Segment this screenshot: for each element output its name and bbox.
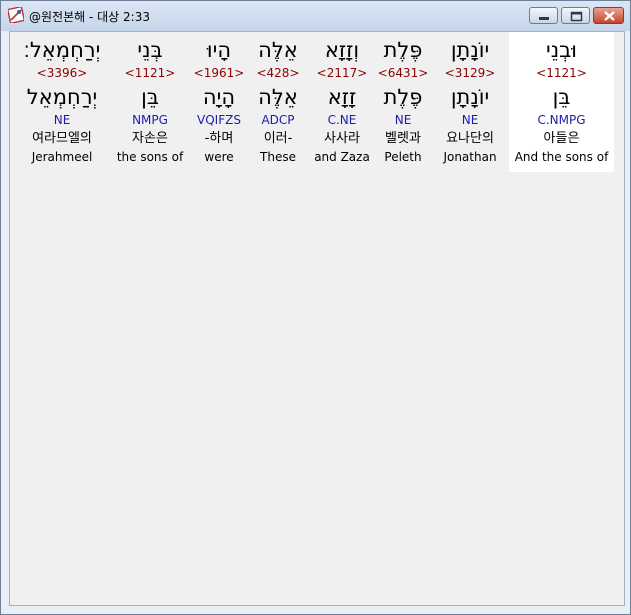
strong-number[interactable]: <428> xyxy=(250,66,306,80)
hebrew-lemma: אֵלֶּה xyxy=(258,85,298,109)
close-button[interactable] xyxy=(593,7,624,24)
parsing-code: NMPG xyxy=(132,113,168,127)
close-icon xyxy=(604,11,615,21)
korean-gloss: 이러- xyxy=(263,131,293,146)
korean-gloss: 아들은 xyxy=(543,131,580,146)
english-gloss: the sons of xyxy=(116,150,184,164)
word-column-4[interactable]: וְזָזָא <2117> זָזָא C.NE 사사라 and Zaza xyxy=(310,32,374,172)
word-column-1[interactable]: וּבְנֵי <1121> בֵּן C.NMPG 아들은 And the s… xyxy=(509,32,614,172)
hebrew-word: בְּנֵי xyxy=(137,38,163,62)
hebrew-lemma: יוֹנָתָן xyxy=(450,85,490,109)
korean-gloss: 자손은 xyxy=(132,131,168,146)
hebrew-lemma: הָיָה xyxy=(202,85,236,109)
hebrew-lemma: פֶּלֶת xyxy=(383,85,423,109)
word-column-7[interactable]: בְּנֵי <1121> בֵּן NMPG 자손은 the sons of xyxy=(112,32,188,172)
hebrew-word: וּבְנֵי xyxy=(546,38,577,62)
hebrew-word: יוֹנָתָן xyxy=(450,38,490,62)
maximize-icon xyxy=(570,11,583,22)
word-column-6[interactable]: הָיוּ <1961> הָיָה VQIFZS -하며 were xyxy=(188,32,250,172)
word-column-2[interactable]: יוֹנָתָן <3129> יוֹנָתָן NE 요나단의 Jonatha… xyxy=(437,32,503,172)
hebrew-lemma: זָזָא xyxy=(327,85,357,109)
word-column-3[interactable]: פֶּלֶת <6431> פֶּלֶת NE 벨렛과 Peleth xyxy=(371,32,435,172)
hebrew-lemma: יְרַחְמְאֵל xyxy=(26,85,98,109)
maximize-button[interactable] xyxy=(561,7,590,24)
korean-gloss: -하며 xyxy=(204,131,234,146)
korean-gloss: 여라므엘의 xyxy=(32,131,92,146)
strong-number[interactable]: <2117> xyxy=(310,66,374,80)
korean-gloss: 벨렛과 xyxy=(385,131,421,146)
parsing-code: VQIFZS xyxy=(197,113,241,127)
hebrew-word: יְרַחְמְאֵל׃ xyxy=(23,38,101,62)
strong-number[interactable]: <1121> xyxy=(112,66,188,80)
korean-gloss: 요나단의 xyxy=(446,131,494,146)
minimize-icon xyxy=(539,17,549,20)
minimize-button[interactable] xyxy=(529,7,558,24)
hebrew-word: אֵלֶּה xyxy=(258,38,298,62)
hebrew-word: פֶּלֶת xyxy=(383,38,423,62)
verse-row: וּבְנֵי <1121> בֵּן C.NMPG 아들은 And the s… xyxy=(10,32,626,172)
parsing-code: ADCP xyxy=(261,113,295,127)
english-gloss: Jerahmeel xyxy=(31,150,93,164)
app-window: @원전본해 - 대상 2:33 וּבְנֵי <1121> בֵּן C.NM… xyxy=(0,0,631,615)
word-column-8[interactable]: יְרַחְמְאֵל׃ <3396> יְרַחְמְאֵל NE 여라므엘의… xyxy=(16,32,108,172)
hebrew-word: הָיוּ xyxy=(206,38,232,62)
parsing-code: NE xyxy=(394,113,412,127)
english-gloss: And the sons of xyxy=(514,150,609,164)
strong-number[interactable]: <1121> xyxy=(509,66,614,80)
parsing-code: C.NMPG xyxy=(537,113,586,127)
parsing-code: NE xyxy=(53,113,71,127)
english-gloss: were xyxy=(204,150,234,164)
window-title: @원전본해 - 대상 2:33 xyxy=(29,10,150,24)
hebrew-word: וְזָזָא xyxy=(324,38,360,62)
hebrew-lemma: בֵּן xyxy=(141,85,159,109)
strong-number[interactable]: <3396> xyxy=(16,66,108,80)
parsing-code: C.NE xyxy=(327,113,357,127)
english-gloss: These xyxy=(260,150,296,164)
english-gloss: Peleth xyxy=(384,150,422,164)
strong-number[interactable]: <1961> xyxy=(188,66,250,80)
english-gloss: and Zaza xyxy=(314,150,370,164)
korean-gloss: 사사라 xyxy=(324,131,360,146)
parsing-code: NE xyxy=(461,113,479,127)
app-icon xyxy=(8,7,24,23)
strong-number[interactable]: <3129> xyxy=(437,66,503,80)
title-bar[interactable]: @원전본해 - 대상 2:33 xyxy=(1,1,630,31)
interlinear-pane[interactable]: וּבְנֵי <1121> בֵּן C.NMPG 아들은 And the s… xyxy=(9,31,625,606)
hebrew-lemma: בֵּן xyxy=(552,85,571,109)
strong-number[interactable]: <6431> xyxy=(371,66,435,80)
english-gloss: Jonathan xyxy=(443,150,497,164)
word-column-5[interactable]: אֵלֶּה <428> אֵלֶּה ADCP 이러- These xyxy=(250,32,306,172)
